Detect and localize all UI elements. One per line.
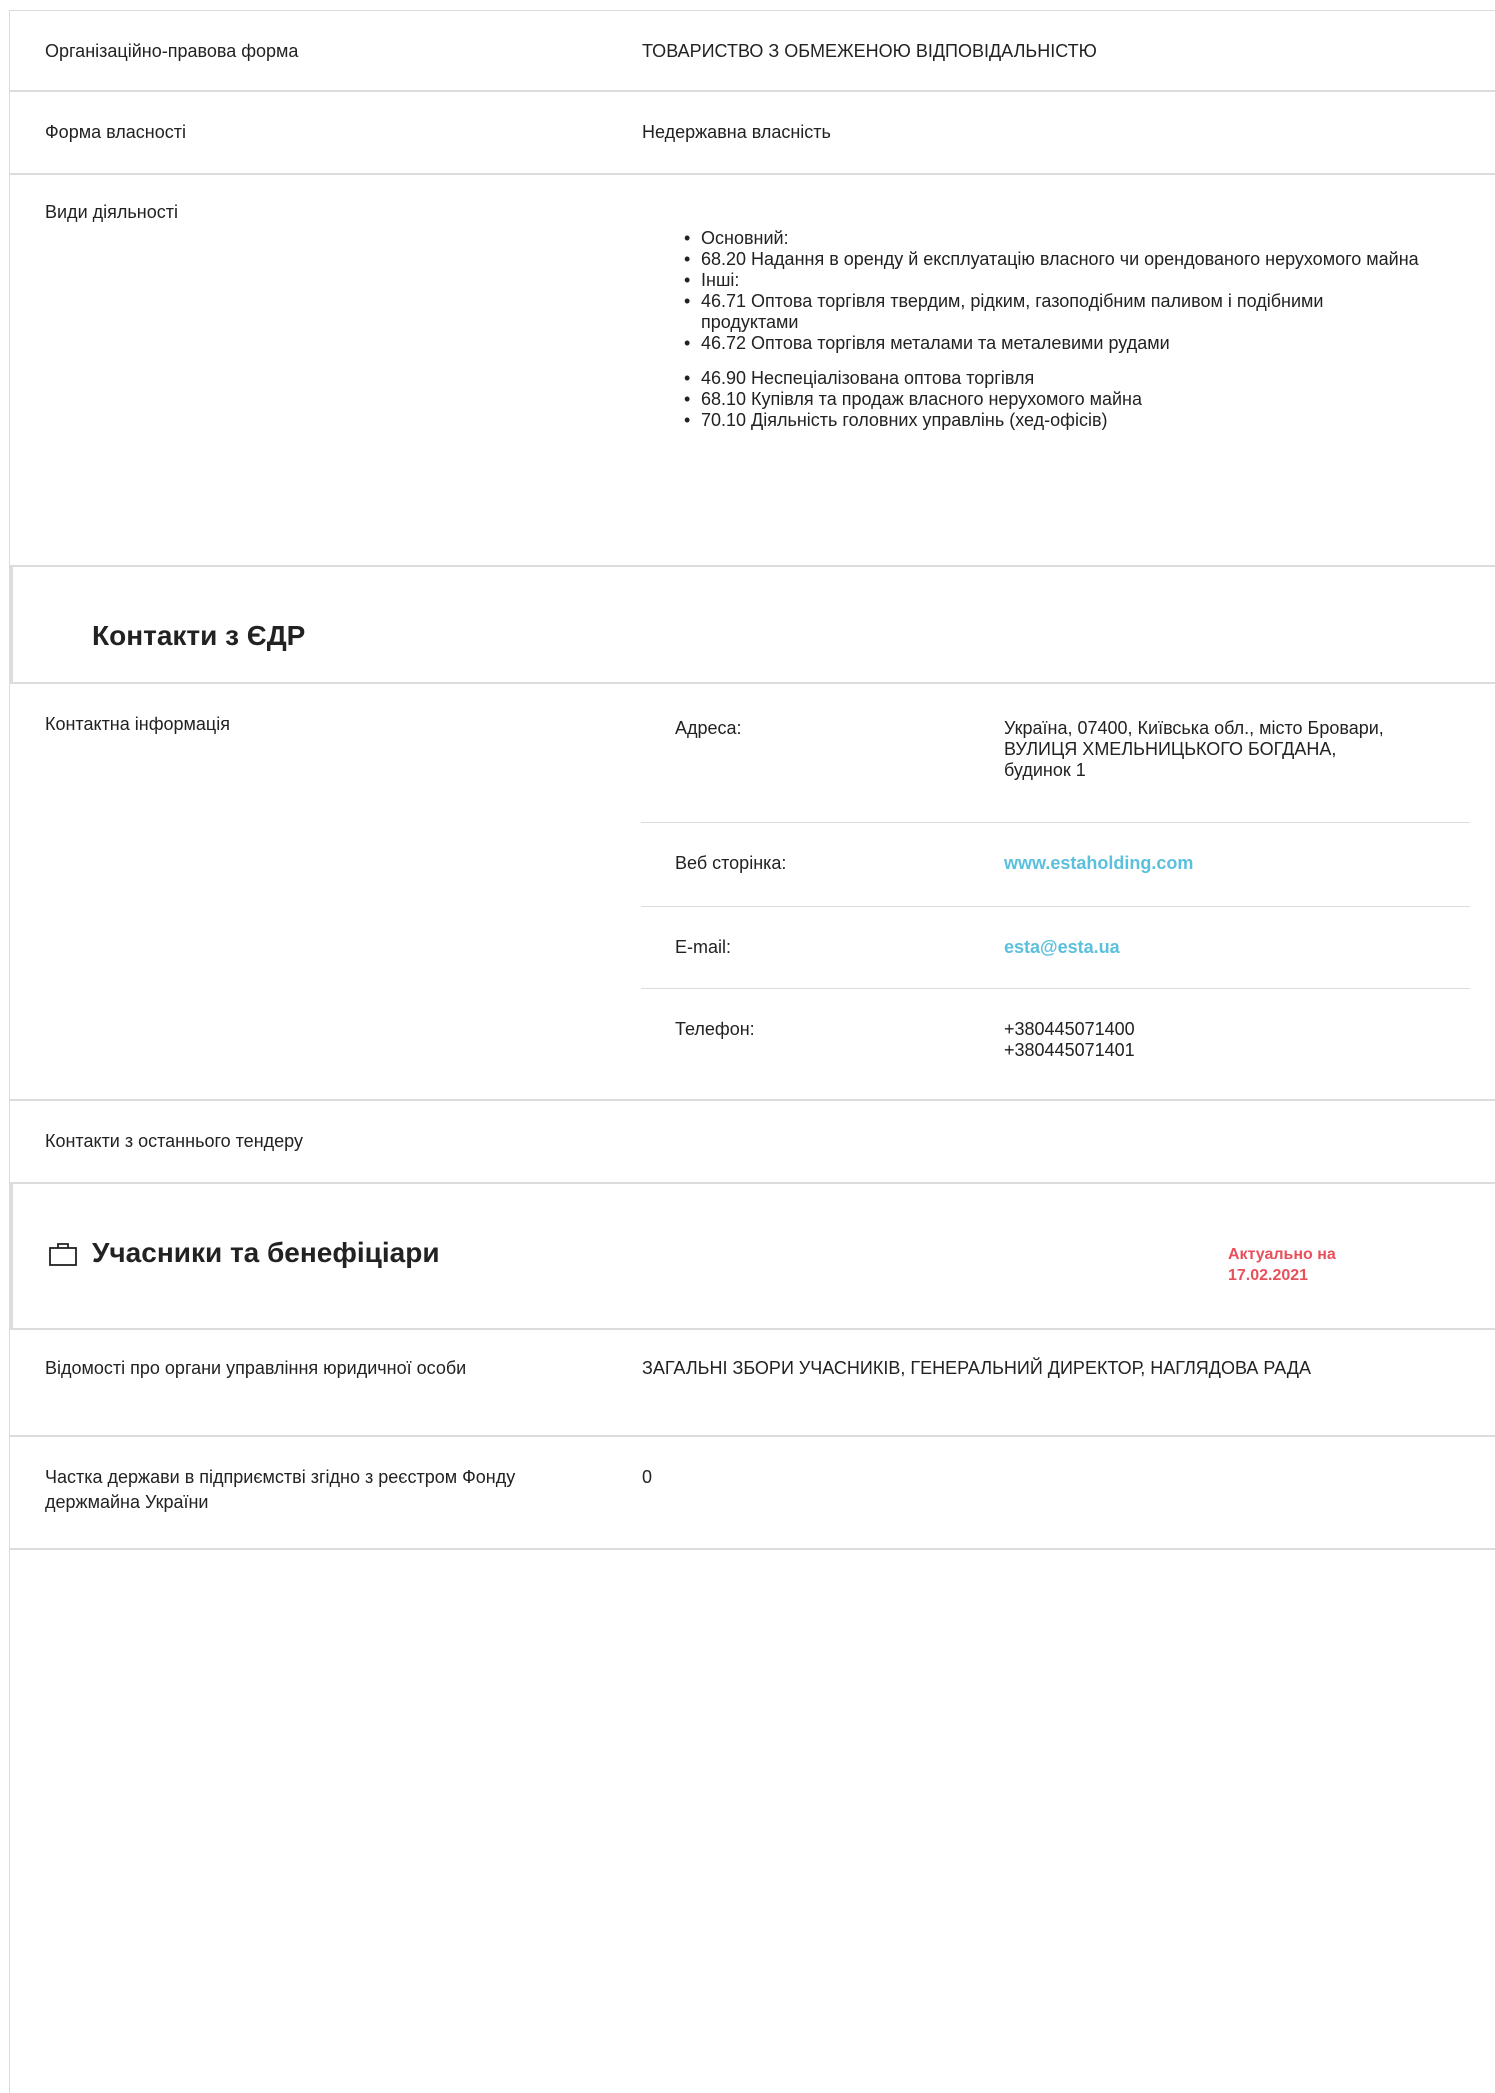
activity-item: 68.10 Купівля та продаж власного нерухом… bbox=[684, 389, 1424, 410]
address-row: Адреса: Україна, 07400, Київська обл., м… bbox=[641, 714, 1470, 823]
address-value: Україна, 07400, Київська обл., місто Бро… bbox=[1004, 718, 1384, 780]
actual-date-badge: Актуально на 17.02.2021 bbox=[1228, 1244, 1336, 1286]
ownership-value: Недержавна власність bbox=[642, 122, 831, 142]
actual-date: 17.02.2021 bbox=[1228, 1267, 1309, 1284]
legal-form-row: Організаційно-правова форма ТОВАРИСТВО З… bbox=[10, 11, 1495, 92]
management-label: Відомості про органи управління юридично… bbox=[45, 1358, 467, 1378]
address-label: Адреса: bbox=[675, 718, 742, 738]
activities-list: Основний: 68.20 Надання в оренду й експл… bbox=[684, 228, 1424, 431]
state-share-label: Частка держави в підприємстві згідно з р… bbox=[45, 1467, 516, 1512]
contact-info-label: Контактна інформація bbox=[45, 714, 230, 734]
company-info-page: Організаційно-правова форма ТОВАРИСТВО З… bbox=[0, 0, 1495, 2093]
management-row: Відомості про органи управління юридично… bbox=[10, 1330, 1495, 1437]
participants-title: Учасники та бенефіціари bbox=[92, 1237, 440, 1268]
website-label: Веб сторінка: bbox=[675, 853, 787, 873]
website-row: Веб сторінка: www.estaholding.com bbox=[641, 823, 1470, 907]
activity-item: 46.90 Неспеціалізована оптова торгівля bbox=[684, 368, 1424, 389]
website-link[interactable]: www.estaholding.com bbox=[1004, 853, 1193, 873]
management-value: ЗАГАЛЬНІ ЗБОРИ УЧАСНИКІВ, ГЕНЕРАЛЬНИЙ ДИ… bbox=[642, 1358, 1311, 1378]
contacts-section-header: Контакти з ЄДР bbox=[10, 565, 1495, 684]
activity-item: Основний: bbox=[684, 228, 1424, 249]
activity-item: 68.20 Надання в оренду й експлуатацію вл… bbox=[684, 249, 1424, 270]
phone-label: Телефон: bbox=[675, 1019, 755, 1039]
activities-label: Види діяльності bbox=[45, 202, 178, 222]
activity-item: 70.10 Діяльність головних управлінь (хед… bbox=[684, 410, 1424, 431]
email-link[interactable]: esta@esta.ua bbox=[1004, 937, 1120, 957]
ownership-label: Форма власності bbox=[45, 122, 186, 142]
phone-row: Телефон: +380445071400 +380445071401 bbox=[641, 989, 1470, 1089]
phone-value: +380445071401 bbox=[1004, 1040, 1135, 1060]
email-value-cell: esta@esta.ua bbox=[1004, 937, 1424, 958]
state-share-value: 0 bbox=[642, 1467, 653, 1487]
contacts-title: Контакти з ЄДР bbox=[92, 620, 306, 651]
activity-item: 46.72 Оптова торгівля металами та метале… bbox=[684, 333, 1424, 354]
legal-form-label: Організаційно-правова форма bbox=[45, 41, 299, 61]
legal-form-value: ТОВАРИСТВО З ОБМЕЖЕНОЮ ВІДПОВІДАЛЬНІСТЮ bbox=[642, 41, 1097, 61]
briefcase-icon bbox=[48, 1240, 78, 1268]
website-value-cell: www.estaholding.com bbox=[1004, 853, 1424, 874]
last-tender-label: Контакти з останнього тендеру bbox=[45, 1131, 303, 1151]
last-tender-row: Контакти з останнього тендеру bbox=[10, 1101, 1495, 1184]
email-label: E-mail: bbox=[675, 937, 732, 957]
email-row: E-mail: esta@esta.ua bbox=[641, 907, 1470, 989]
phone-value: +380445071400 bbox=[1004, 1019, 1135, 1039]
activity-item: Інші: bbox=[684, 270, 1424, 291]
activity-item: 46.71 Оптова торгівля твердим, рідким, г… bbox=[684, 291, 1424, 333]
state-share-row: Частка держави в підприємстві згідно з р… bbox=[10, 1437, 1495, 1550]
actual-prefix: Актуально на bbox=[1228, 1246, 1336, 1263]
phone-values: +380445071400 +380445071401 bbox=[1004, 1019, 1424, 1061]
ownership-row: Форма власності Недержавна власність bbox=[10, 92, 1495, 175]
